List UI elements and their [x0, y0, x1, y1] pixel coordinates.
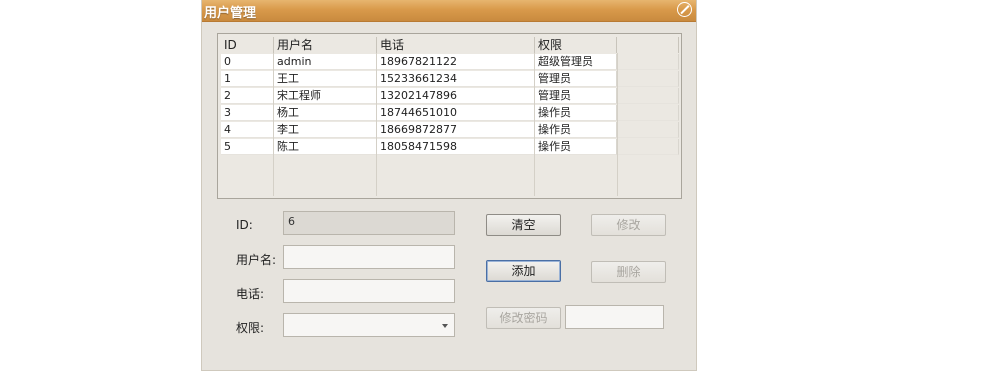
table-row[interactable]: 2 宋工程师 13202147896 管理员 — [221, 88, 679, 105]
column-divider — [376, 53, 377, 196]
cell-role: 操作员 — [535, 122, 617, 138]
cell-role: 管理员 — [535, 71, 617, 87]
cell-username: 陈工 — [274, 139, 377, 155]
table-body: 0 admin 18967821122 超级管理员 1 王工 152336612… — [221, 54, 679, 156]
column-header-phone[interactable]: 电话 — [377, 37, 535, 53]
cell-role: 超级管理员 — [535, 54, 617, 70]
cell-extra — [617, 122, 679, 138]
phone-label: 电话: — [236, 287, 265, 301]
cell-id: 0 — [221, 54, 274, 70]
cell-phone: 18967821122 — [377, 54, 535, 70]
title-bar[interactable]: 用户管理 — [202, 0, 696, 22]
cell-id: 2 — [221, 88, 274, 104]
table-row[interactable]: 3 杨工 18744651010 操作员 — [221, 105, 679, 122]
user-management-window: 用户管理 ID 用户名 电话 权限 0 admin 18967821122 超级… — [201, 0, 697, 371]
role-select[interactable] — [283, 313, 455, 337]
table-row[interactable]: 0 admin 18967821122 超级管理员 — [221, 54, 679, 71]
modify-button[interactable]: 修改 — [591, 214, 666, 236]
table-row[interactable]: 5 陈工 18058471598 操作员 — [221, 139, 679, 156]
cell-username: 王工 — [274, 71, 377, 87]
cell-id: 4 — [221, 122, 274, 138]
cell-phone: 18669872877 — [377, 122, 535, 138]
username-input[interactable] — [283, 245, 455, 269]
cell-id: 1 — [221, 71, 274, 87]
delete-button[interactable]: 删除 — [591, 261, 666, 283]
user-table[interactable]: ID 用户名 电话 权限 0 admin 18967821122 超级管理员 1… — [217, 33, 682, 199]
cell-id: 3 — [221, 105, 274, 121]
cell-role: 操作员 — [535, 105, 617, 121]
cell-role: 操作员 — [535, 139, 617, 155]
cell-phone: 18058471598 — [377, 139, 535, 155]
cell-username: admin — [274, 54, 377, 70]
close-icon[interactable] — [677, 2, 692, 17]
cell-extra — [617, 88, 679, 104]
id-field: 6 — [283, 211, 455, 235]
column-header-username[interactable]: 用户名 — [274, 37, 377, 53]
cell-extra — [617, 54, 679, 70]
change-password-button[interactable]: 修改密码 — [486, 307, 561, 329]
cell-id: 5 — [221, 139, 274, 155]
cell-extra — [617, 139, 679, 155]
add-button[interactable]: 添加 — [486, 260, 561, 282]
window-title: 用户管理 — [204, 6, 257, 21]
cell-username: 杨工 — [274, 105, 377, 121]
chevron-down-icon[interactable] — [442, 324, 448, 328]
password-input[interactable] — [565, 305, 664, 329]
id-label: ID: — [236, 218, 253, 232]
cell-username: 宋工程师 — [274, 88, 377, 104]
table-header: ID 用户名 电话 权限 — [221, 37, 679, 53]
cell-username: 李工 — [274, 122, 377, 138]
cell-phone: 15233661234 — [377, 71, 535, 87]
cell-role: 管理员 — [535, 88, 617, 104]
cell-extra — [617, 105, 679, 121]
table-row[interactable]: 1 王工 15233661234 管理员 — [221, 71, 679, 88]
id-value: 6 — [288, 215, 295, 228]
cell-extra — [617, 71, 679, 87]
table-row[interactable]: 4 李工 18669872877 操作员 — [221, 122, 679, 139]
cell-phone: 13202147896 — [377, 88, 535, 104]
clear-button[interactable]: 清空 — [486, 214, 561, 236]
column-divider — [534, 53, 535, 196]
cell-phone: 18744651010 — [377, 105, 535, 121]
phone-input[interactable] — [283, 279, 455, 303]
role-label: 权限: — [236, 321, 265, 335]
column-header-role[interactable]: 权限 — [535, 37, 617, 53]
column-header-extra — [617, 37, 679, 53]
column-header-id[interactable]: ID — [221, 37, 274, 53]
username-label: 用户名: — [236, 253, 277, 267]
column-divider — [273, 53, 274, 196]
column-divider — [617, 53, 618, 196]
